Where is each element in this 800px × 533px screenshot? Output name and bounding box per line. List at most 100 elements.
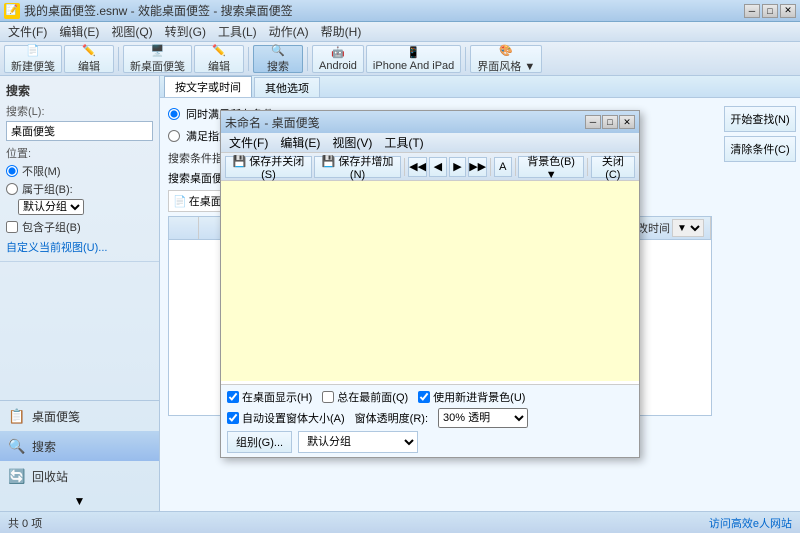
notes-nav-icon: 📋 <box>8 407 26 425</box>
edit2-icon: ✏️ <box>212 44 226 57</box>
menu-goto[interactable]: 转到(G) <box>159 21 212 42</box>
toolbar-theme[interactable]: 🎨 界面风格 ▼ <box>470 45 542 73</box>
title-bar: 📝 我的桌面便签.esnw - 效能桌面便签 - 搜索桌面便签 ─ □ ✕ <box>0 0 800 22</box>
iphone-icon: 📱 <box>407 46 421 59</box>
maximize-button[interactable]: □ <box>762 4 778 18</box>
toolbar-android[interactable]: 🤖 Android <box>312 45 364 73</box>
nav-prev-btn[interactable]: ◀ <box>429 157 447 177</box>
theme-icon: 🎨 <box>499 44 513 57</box>
close-button[interactable]: ✕ <box>780 4 796 18</box>
nav-item-search[interactable]: 🔍 搜索 <box>0 431 159 461</box>
app-icon: 📝 <box>4 3 20 19</box>
clear-conditions-button[interactable]: 清除条件(C) <box>724 136 796 162</box>
custom-view-link[interactable]: 自定义当前视图(U)... <box>6 239 153 255</box>
radio-group[interactable] <box>6 183 18 195</box>
sidebar-expand-btn[interactable]: ▼ <box>0 491 159 511</box>
toolbar-edit[interactable]: ✏️ 编辑 <box>64 45 114 73</box>
menu-file[interactable]: 文件(F) <box>2 21 53 42</box>
dialog-menu-tools[interactable]: 工具(T) <box>378 132 429 153</box>
search-icon: 🔍 <box>271 44 285 57</box>
radio-unlimited-label: 不限(M) <box>22 163 61 179</box>
font-a-btn[interactable]: A <box>494 157 512 177</box>
note-content-textarea[interactable] <box>221 181 639 381</box>
dialog-menu-edit[interactable]: 编辑(E) <box>274 132 326 153</box>
group-select[interactable]: 默认分组 <box>18 199 84 215</box>
toolbar-search[interactable]: 🔍 搜索 <box>253 45 303 73</box>
cond-all-radio[interactable] <box>168 108 180 120</box>
show-desktop-label: 在桌面显示(H) <box>242 389 312 405</box>
dialog-footer: 在桌面显示(H) 总在最前面(Q) 使用新进背景色(U) 自动设置窗体大小(A) <box>221 384 639 457</box>
search-nav-icon: 🔍 <box>8 437 26 455</box>
window-controls: ─ □ ✕ <box>744 4 796 18</box>
minimize-button[interactable]: ─ <box>744 4 760 18</box>
toolbar-edit2[interactable]: ✏️ 编辑 <box>194 45 244 73</box>
auto-size-label: 自动设置窗体大小(A) <box>242 410 345 426</box>
dialog-title-bar: 未命名 - 桌面便笺 ─ □ ✕ <box>221 111 639 133</box>
use-new-bg-label: 使用新进背景色(U) <box>433 389 525 405</box>
right-buttons: 开始查找(N) 清除条件(C) <box>720 98 800 511</box>
nav-next-btn[interactable]: ▶ <box>449 157 467 177</box>
desktop-icon: 🖥️ <box>151 44 165 57</box>
group-button[interactable]: 组别(G)... <box>227 431 292 453</box>
note-dialog: 未命名 - 桌面便笺 ─ □ ✕ 文件(F) 编辑(E) 视图(V) 工具(T)… <box>220 110 640 458</box>
menu-action[interactable]: 动作(A) <box>263 21 315 42</box>
search-label: 搜索(L): <box>6 103 153 119</box>
include-sub-checkbox[interactable] <box>6 221 18 233</box>
menu-edit[interactable]: 编辑(E) <box>53 21 105 42</box>
dialog-sep4 <box>587 158 588 176</box>
dialog-menu-file[interactable]: 文件(F) <box>223 132 274 153</box>
dialog-window-controls: ─ □ ✕ <box>585 115 635 129</box>
radio-unlimited[interactable] <box>6 165 18 177</box>
transparency-label: 窗体透明度(R): <box>355 410 428 426</box>
menu-tools[interactable]: 工具(L) <box>212 21 263 42</box>
show-desktop-checkbox[interactable] <box>227 391 239 403</box>
radio-group-label: 属于组(B): <box>22 181 73 197</box>
nav-item-trash[interactable]: 🔄 回收站 <box>0 461 159 491</box>
nav-first-btn[interactable]: ◀◀ <box>408 157 427 177</box>
toolbar-new-desktop[interactable]: 🖥️ 新桌面便笺 <box>123 45 192 73</box>
menu-help[interactable]: 帮助(H) <box>315 21 368 42</box>
start-search-button[interactable]: 开始查找(N) <box>724 106 796 132</box>
transparency-select[interactable]: 30% 透明 <box>438 408 528 428</box>
dialog-maximize-btn[interactable]: □ <box>602 115 618 129</box>
dialog-sep2 <box>490 158 491 176</box>
dialog-menu-view[interactable]: 视图(V) <box>326 132 378 153</box>
location-label: 位置: <box>6 145 153 161</box>
edit-icon: ✏️ <box>82 44 96 57</box>
toolbar-new-note[interactable]: 📄 新建便笺 <box>4 45 62 73</box>
scope-desktop-icon: 📄 <box>173 195 187 208</box>
dialog-close-btn[interactable]: ✕ <box>619 115 635 129</box>
save-close-button[interactable]: 💾 保存并关闭(S) <box>225 156 312 178</box>
scope-item-desktop[interactable]: 📄 在桌面 <box>168 190 227 212</box>
new-note-icon: 📄 <box>26 44 40 57</box>
toolbar: 📄 新建便笺 ✏️ 编辑 🖥️ 新桌面便笺 ✏️ 编辑 🔍 搜索 🤖 Andro… <box>0 42 800 76</box>
bg-color-button[interactable]: 背景色(B) ▼ <box>518 156 583 178</box>
nav-search-label: 搜索 <box>32 438 56 455</box>
cond-any-radio[interactable] <box>168 130 180 142</box>
status-bar: 共 0 项 访问高效e人网站 <box>0 511 800 533</box>
search-input[interactable] <box>6 121 153 141</box>
tab-other-options[interactable]: 其他选项 <box>254 77 320 97</box>
menu-view[interactable]: 视图(Q) <box>105 21 158 42</box>
status-link[interactable]: 访问高效e人网站 <box>709 515 792 531</box>
include-sub-label: 包含子组(B) <box>22 219 81 235</box>
group-name-select[interactable]: 默认分组 <box>298 431 418 453</box>
always-top-checkbox[interactable] <box>322 391 334 403</box>
sidebar: 搜索 搜索(L): 位置: 不限(M) 属于组(B): 默认分组 <box>0 76 160 511</box>
tab-text-time[interactable]: 按文字或时间 <box>164 76 252 97</box>
sidebar-title: 搜索 <box>6 82 153 99</box>
dialog-close-toolbar-btn[interactable]: 关闭(C) <box>591 156 635 178</box>
toolbar-iphone[interactable]: 📱 iPhone And iPad <box>366 45 461 73</box>
time-sort-select[interactable]: ▼ <box>672 219 704 237</box>
window-title: 我的桌面便签.esnw - 效能桌面便签 - 搜索桌面便签 <box>24 2 293 19</box>
auto-size-checkbox[interactable] <box>227 412 239 424</box>
nav-item-notes[interactable]: 📋 桌面便笺 <box>0 401 159 431</box>
dialog-minimize-btn[interactable]: ─ <box>585 115 601 129</box>
save-add-button[interactable]: 💾 保存并增加(N) <box>314 156 401 178</box>
separator2 <box>248 47 249 71</box>
dialog-sep3 <box>515 158 516 176</box>
android-icon: 🤖 <box>331 46 345 59</box>
use-new-bg-checkbox[interactable] <box>418 391 430 403</box>
separator1 <box>118 47 119 71</box>
nav-last-btn[interactable]: ▶▶ <box>468 157 487 177</box>
